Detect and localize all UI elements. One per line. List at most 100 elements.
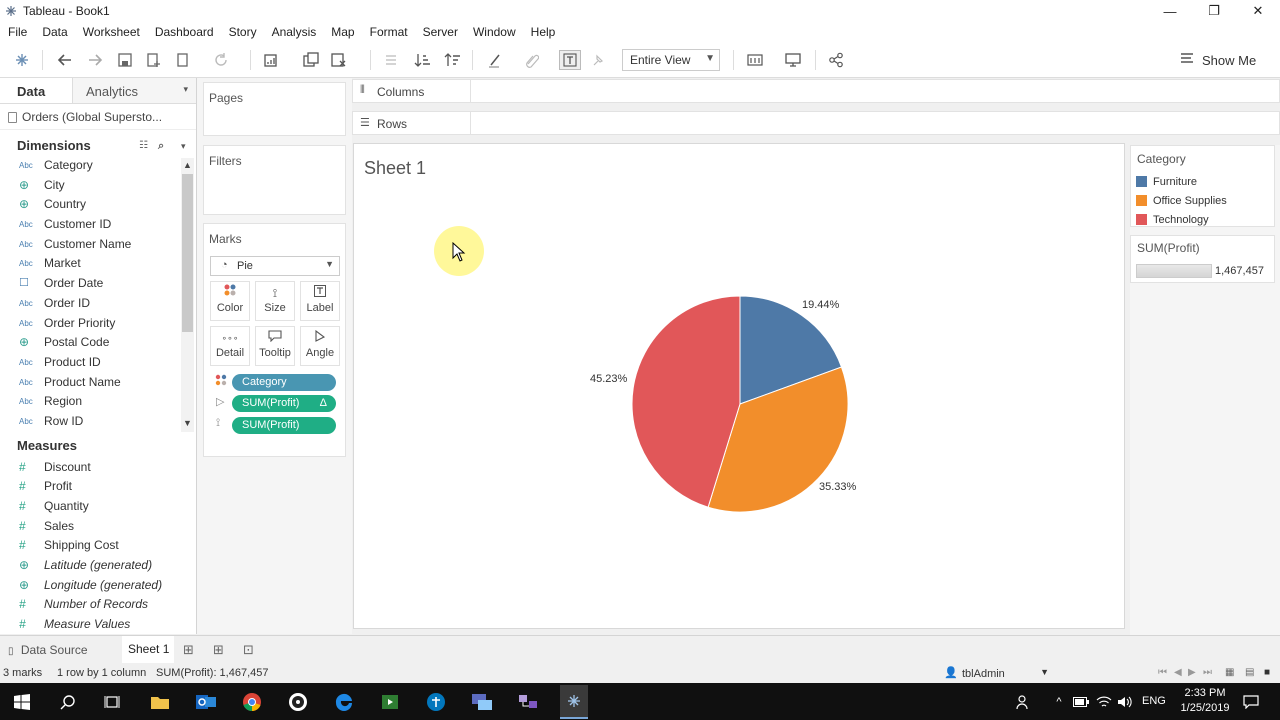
field-order-priority[interactable]: Abc Order Priority [0, 314, 196, 334]
last-sheet-icon[interactable]: ⏭ [1203, 667, 1212, 678]
show-cards-icon[interactable] [745, 50, 767, 70]
fit-dropdown[interactable]: Entire View ▼ [622, 49, 720, 71]
field-city[interactable]: ⊕ City [0, 176, 196, 196]
media-app-icon[interactable] [379, 691, 401, 713]
file-explorer-icon[interactable] [149, 691, 171, 713]
volume-icon[interactable] [1114, 691, 1136, 713]
redo-icon[interactable] [84, 50, 106, 70]
field-postal-code[interactable]: ⊕ Postal Code [0, 333, 196, 353]
field-market[interactable]: Abc Market [0, 254, 196, 274]
color-legend[interactable]: Category Furniture Office Supplies Techn… [1130, 145, 1275, 227]
outlook-icon[interactable] [195, 691, 217, 713]
share-icon[interactable] [825, 50, 847, 70]
new-worksheet-icon[interactable]: ⊞ [183, 642, 194, 658]
group-members-icon[interactable] [520, 50, 542, 70]
sort-descending-icon[interactable] [441, 50, 463, 70]
filters-card[interactable]: Filters [203, 145, 346, 215]
field-number-of-records[interactable]: # Number of Records [0, 595, 196, 615]
field-shipping-cost[interactable]: # Shipping Cost [0, 536, 196, 556]
tab-analytics[interactable]: Analytics ▾ [72, 78, 196, 103]
next-sheet-icon[interactable]: ▶ [1188, 667, 1196, 678]
pages-card[interactable]: Pages [203, 82, 346, 136]
close-button[interactable]: ✕ [1236, 0, 1280, 22]
field-region[interactable]: Abc Region [0, 392, 196, 412]
tableau-taskbar-icon[interactable] [560, 685, 588, 719]
field-order-date[interactable]: ☐ Order Date [0, 274, 196, 294]
sheet1-tab[interactable]: Sheet 1 [122, 636, 174, 663]
chrome-icon[interactable] [241, 691, 263, 713]
new-datasource-icon[interactable] [143, 50, 165, 70]
first-sheet-icon[interactable]: ⏮ [1158, 667, 1167, 678]
scrollbar-thumb[interactable] [182, 174, 193, 332]
field-measure-values[interactable]: # Measure Values [0, 615, 196, 635]
language-indicator[interactable]: ENG [1142, 695, 1166, 707]
worksheet-canvas[interactable]: Sheet 1 19.44% 35.33% 45.23% [353, 143, 1125, 629]
taskbar-clock[interactable]: 2:33 PM 1/25/2019 [1175, 686, 1235, 716]
datasource-item[interactable]: Orders (Global Supersto... [0, 104, 196, 130]
duplicate-sheet-icon[interactable] [300, 50, 322, 70]
legend-item-technology[interactable]: Technology [1136, 213, 1209, 229]
field-order-id[interactable]: Abc Order ID [0, 294, 196, 314]
wifi-icon[interactable] [1093, 691, 1115, 713]
dimensions-menu-icon[interactable]: ▾ [181, 136, 186, 156]
filmstrip-icon[interactable]: ▤ [1245, 667, 1254, 678]
show-mark-labels-icon[interactable] [559, 50, 581, 70]
save-icon[interactable] [114, 50, 136, 70]
remote-desktop-icon[interactable] [471, 691, 493, 713]
task-view-icon[interactable] [101, 691, 123, 713]
legend-item-office-supplies[interactable]: Office Supplies [1136, 194, 1227, 210]
people-icon[interactable] [1013, 691, 1035, 713]
color-button[interactable]: Color [210, 281, 250, 321]
prev-sheet-icon[interactable]: ◀ [1174, 667, 1182, 678]
tooltip-button[interactable]: Tooltip [255, 326, 295, 366]
pane-menu-icon[interactable]: ▾ [183, 84, 188, 95]
angle-button[interactable]: Angle [300, 326, 340, 366]
tableau-home-icon[interactable] [11, 50, 33, 70]
windows-start-icon[interactable] [11, 691, 33, 713]
detail-button[interactable]: ∘∘∘ Detail [210, 326, 250, 366]
highlight-icon[interactable] [484, 50, 506, 70]
field-discount[interactable]: # Discount [0, 458, 196, 478]
field-product-id[interactable]: Abc Product ID [0, 353, 196, 373]
menu-map[interactable]: Map [331, 25, 354, 39]
presentation-mode-icon[interactable] [782, 50, 804, 70]
rows-shelf[interactable]: ☰ Rows [352, 111, 1280, 135]
network-app-icon[interactable] [517, 691, 539, 713]
field-row-id[interactable]: Abc Row ID [0, 412, 196, 432]
menu-window[interactable]: Window [473, 25, 516, 39]
data-source-tab[interactable]: ▯ Data Source [8, 643, 88, 657]
menu-server[interactable]: Server [423, 25, 458, 39]
battery-icon[interactable] [1070, 691, 1092, 713]
app-circle-icon[interactable] [425, 691, 447, 713]
tabs-view-icon[interactable]: ■ [1264, 667, 1270, 678]
size-profit-pill[interactable]: SUM(Profit) [232, 417, 336, 434]
app-icon[interactable] [287, 691, 309, 713]
undo-icon[interactable] [54, 50, 76, 70]
field-country[interactable]: ⊕ Country [0, 195, 196, 215]
mark-type-dropdown[interactable]: ◔ Pie ▼ [210, 256, 340, 276]
legend-item-furniture[interactable]: Furniture [1136, 175, 1197, 191]
menu-dashboard[interactable]: Dashboard [155, 25, 214, 39]
columns-shelf[interactable]: ⦀ Columns [352, 79, 1280, 103]
label-button[interactable]: Label [300, 281, 340, 321]
show-me-button[interactable]: Show Me [1180, 52, 1256, 69]
menu-analysis[interactable]: Analysis [272, 25, 317, 39]
menu-data[interactable]: Data [42, 25, 67, 39]
field-product-name[interactable]: Abc Product Name [0, 373, 196, 393]
angle-profit-pill[interactable]: SUM(Profit) Δ [232, 395, 336, 412]
new-story-icon[interactable]: ⊡ [243, 642, 254, 658]
sheet-sorter-icon[interactable]: ▦ [1225, 667, 1234, 678]
fix-axes-icon[interactable] [587, 50, 609, 70]
search-icon[interactable] [57, 691, 79, 713]
scroll-up-icon[interactable]: ▲ [183, 160, 192, 170]
sort-ascending-icon[interactable] [411, 50, 433, 70]
refresh-icon[interactable] [210, 50, 232, 70]
search-icon[interactable]: ⌕ [158, 136, 164, 156]
edge-icon[interactable] [333, 691, 355, 713]
menu-format[interactable]: Format [370, 25, 408, 39]
field-customer-id[interactable]: Abc Customer ID [0, 215, 196, 235]
menu-help[interactable]: Help [531, 25, 556, 39]
menu-story[interactable]: Story [229, 25, 257, 39]
restore-button[interactable]: ❐ [1192, 0, 1236, 22]
field-latitude-generated[interactable]: ⊕ Latitude (generated) [0, 556, 196, 576]
